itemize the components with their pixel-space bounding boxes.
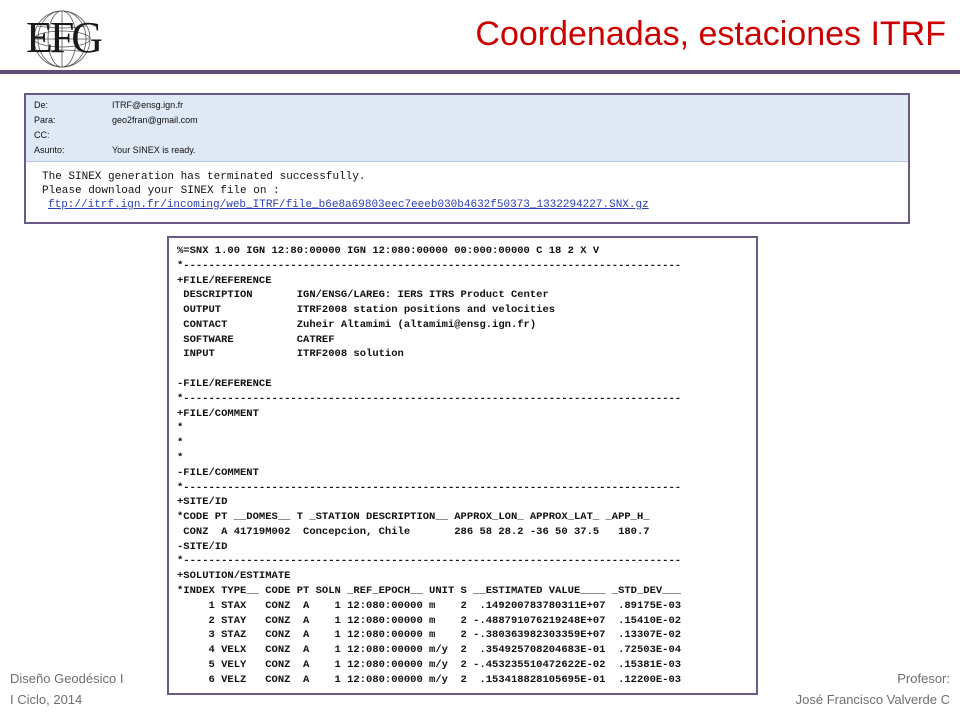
header-divider xyxy=(0,70,960,74)
sinex-line: +SITE/ID xyxy=(177,496,228,509)
sinex-line: 1 STAX CONZ A 1 12:080:00000 m 2 .149200… xyxy=(177,599,682,612)
course-name: Diseño Geodésico I xyxy=(10,671,124,686)
footer-professor: Profesor: José Francisco Valverde C xyxy=(796,668,950,710)
email-from-row: De: ITRF@ensg.ign.fr xyxy=(34,98,183,113)
email-body-line: Please download your SINEX file on : xyxy=(42,185,280,197)
sinex-line: CONTACT Zuheir Altamimi (altamimi@ensg.i… xyxy=(177,318,537,331)
efg-logo: EFG xyxy=(4,6,122,70)
page-title: Coordenadas, estaciones ITRF xyxy=(475,15,946,53)
sinex-line: 2 STAY CONZ A 1 12:080:00000 m 2 -.48879… xyxy=(177,614,682,627)
sinex-line: -SITE/ID xyxy=(177,540,228,553)
sinex-line: * xyxy=(177,437,184,450)
logo-text: EFG xyxy=(25,13,103,62)
sinex-line: SOFTWARE CATREF xyxy=(177,333,335,346)
email-from-value[interactable]: ITRF@ensg.ign.fr xyxy=(112,100,183,110)
email-to-label: Para: xyxy=(34,115,56,125)
sinex-line: * xyxy=(177,451,184,464)
sinex-download-link[interactable]: ftp://itrf.ign.fr/incoming/web_ITRF/file… xyxy=(42,198,908,212)
sinex-line: +FILE/COMMENT xyxy=(177,407,259,420)
professor-name: José Francisco Valverde C xyxy=(795,692,950,707)
sinex-file-panel: %=SNX 1.00 IGN 12:80:00000 IGN 12:080:00… xyxy=(167,236,758,695)
email-to-row: Para: geo2fran@gmail.com xyxy=(34,113,198,128)
sinex-line: CONZ A 41719M002 Concepcion, Chile 286 5… xyxy=(177,525,650,538)
sinex-line: *---------------------------------------… xyxy=(177,555,682,568)
email-cc-label: CC: xyxy=(34,130,50,140)
email-subject-label: Asunto: xyxy=(34,145,65,155)
sinex-line: +FILE/REFERENCE xyxy=(177,274,272,287)
professor-label: Profesor: xyxy=(897,671,950,686)
sinex-line: -FILE/COMMENT xyxy=(177,466,259,479)
sinex-line: *---------------------------------------… xyxy=(177,392,682,405)
sinex-line: * xyxy=(177,422,184,435)
sinex-file-content: %=SNX 1.00 IGN 12:80:00000 IGN 12:080:00… xyxy=(169,238,756,687)
footer-course: Diseño Geodésico I I Ciclo, 2014 xyxy=(10,668,123,710)
course-term: I Ciclo, 2014 xyxy=(10,692,83,707)
sinex-line: 5 VELY CONZ A 1 12:080:00000 m/y 2 -.453… xyxy=(177,658,682,671)
email-panel: De: ITRF@ensg.ign.fr Para: geo2fran@gmail.… xyxy=(24,93,910,224)
sinex-line: *CODE PT __DOMES__ T _STATION DESCRIPTIO… xyxy=(177,511,650,524)
email-subject-value: Your SINEX is ready. xyxy=(112,145,196,155)
sinex-line: 3 STAZ CONZ A 1 12:080:00000 m 2 -.38036… xyxy=(177,629,682,642)
sinex-line xyxy=(177,362,756,377)
email-to-value[interactable]: geo2fran@gmail.com xyxy=(112,115,198,125)
email-header: De: ITRF@ensg.ign.fr Para: geo2fran@gmail.… xyxy=(26,95,908,162)
email-cc-row: CC: xyxy=(34,128,112,143)
email-from-label: De: xyxy=(34,100,49,110)
sinex-line: -FILE/REFERENCE xyxy=(177,378,272,391)
sinex-line: *---------------------------------------… xyxy=(177,481,682,494)
sinex-line: %=SNX 1.00 IGN 12:80:00000 IGN 12:080:00… xyxy=(177,245,600,257)
sinex-line: INPUT ITRF2008 solution xyxy=(177,348,404,361)
sinex-line: *---------------------------------------… xyxy=(177,259,682,272)
sinex-line: 4 VELX CONZ A 1 12:080:00000 m/y 2 .3549… xyxy=(177,644,682,657)
email-body-line: The SINEX generation has terminated succ… xyxy=(42,171,366,183)
sinex-line: OUTPUT ITRF2008 station positions and ve… xyxy=(177,304,556,317)
sinex-line: *INDEX TYPE__ CODE PT SOLN _REF_EPOCH__ … xyxy=(177,584,682,597)
email-body: The SINEX generation has terminated succ… xyxy=(26,162,908,212)
sinex-line: 6 VELZ CONZ A 1 12:080:00000 m/y 2 .1534… xyxy=(177,673,682,686)
sinex-line: DESCRIPTION IGN/ENSG/LAREG: IERS ITRS Pr… xyxy=(177,289,549,302)
sinex-line: +SOLUTION/ESTIMATE xyxy=(177,570,291,583)
email-subject-row: Asunto: Your SINEX is ready. xyxy=(34,143,196,158)
